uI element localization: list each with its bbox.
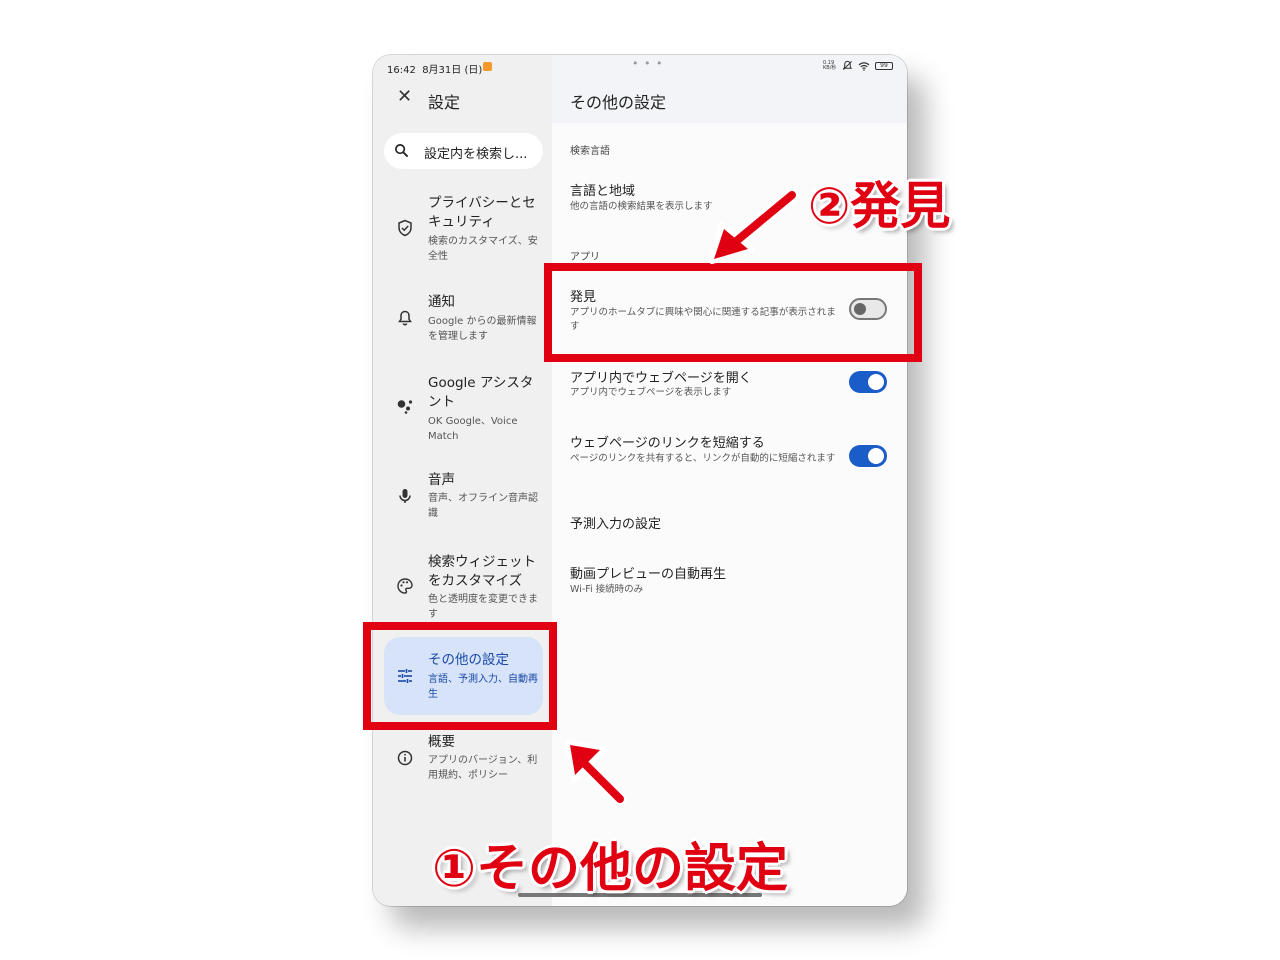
nav-item-voice[interactable]: 音声 音声、オフライン音声認識 [384,469,543,529]
network-speed: 0.19 KB/秒 [823,59,837,71]
open-in-app-toggle[interactable] [849,371,887,393]
autocomplete-settings-row[interactable]: 予測入力の設定 [570,513,661,532]
nav-item-about[interactable]: 概要 アプリのバージョン、利用規約、ポリシー [384,733,543,793]
status-time: 16:42 8月31日 (日) [387,65,483,76]
section-label-search-language: 検索言語 [570,146,610,157]
row-title: ウェブページのリンクを短縮する [570,436,765,451]
nav-item-subtitle: 音声、オフライン音声認識 [428,493,538,519]
wifi-icon [858,61,870,71]
nav-item-subtitle: Google からの最新情報を管理します [428,316,537,342]
row-title: 動画プレビューの自動再生 [570,567,727,582]
nav-item-google-assistant[interactable]: Google アシスタント OK Google、Voice Match [384,371,543,442]
arrow-to-discover-icon [709,188,799,264]
notification-badge-icon [483,62,492,71]
search-placeholder: 設定内を検索し... [424,147,528,162]
annotation-step1: ①その他の設定 [432,839,789,899]
row-subtitle: ページのリンクを共有すると、リンクが自動的に短縮されます [570,453,836,464]
settings-title: 設定 [428,93,461,112]
info-icon [397,750,413,766]
palette-icon [397,578,413,594]
mute-icon [842,60,853,70]
section-label-app: アプリ [570,252,600,263]
shield-check-icon [398,219,412,237]
highlight-other-settings [363,622,557,730]
bell-icon [398,310,412,326]
mic-icon [399,489,411,503]
row-subtitle: アプリ内でウェブページを表示します [570,387,732,398]
nav-item-subtitle: アプリのバージョン、利用規約、ポリシー [428,755,538,781]
battery-icon: 99 [875,61,893,70]
highlight-discover [544,263,922,362]
status-icons: 0.19 KB/秒 99 [823,60,893,71]
nav-item-title: 音声 [428,472,455,488]
settings-search-input[interactable]: 設定内を検索し... [384,133,543,169]
nav-item-title: プライバシーとセキュリティ [428,195,536,230]
nav-item-search-widget[interactable]: 検索ウィジェットをカスタマイズ 色と透明度を変更できます [384,551,543,623]
row-subtitle: Wi-Fi 接続時のみ [570,584,644,595]
nav-item-title: 検索ウィジェットをカスタマイズ [428,554,536,589]
nav-item-subtitle: 検索のカスタマイズ、安全性 [428,236,538,262]
nav-item-title: Google アシスタント [428,375,534,410]
nav-item-privacy[interactable]: プライバシーとセキュリティ 検索のカスタマイズ、安全性 [384,189,543,275]
nav-item-subtitle: 色と透明度を変更できます [428,594,538,620]
page-title: その他の設定 [570,93,667,112]
arrow-to-other-settings-icon [565,740,627,806]
close-icon[interactable]: ✕ [397,88,413,106]
nav-item-subtitle: OK Google、Voice Match [428,416,518,442]
annotation-step2: ②発見 [808,177,951,235]
search-icon [395,144,409,158]
row-title: アプリ内でウェブページを開く [570,371,752,386]
multitask-dots[interactable]: • • • [632,57,663,70]
google-assistant-icon [397,400,413,414]
nav-item-notifications[interactable]: 通知 Google からの最新情報を管理します [384,291,543,351]
shorten-links-toggle[interactable] [849,445,887,467]
nav-item-title: 概要 [428,734,455,750]
nav-item-title: 通知 [428,294,455,310]
row-title: 言語と地域 [570,184,636,199]
